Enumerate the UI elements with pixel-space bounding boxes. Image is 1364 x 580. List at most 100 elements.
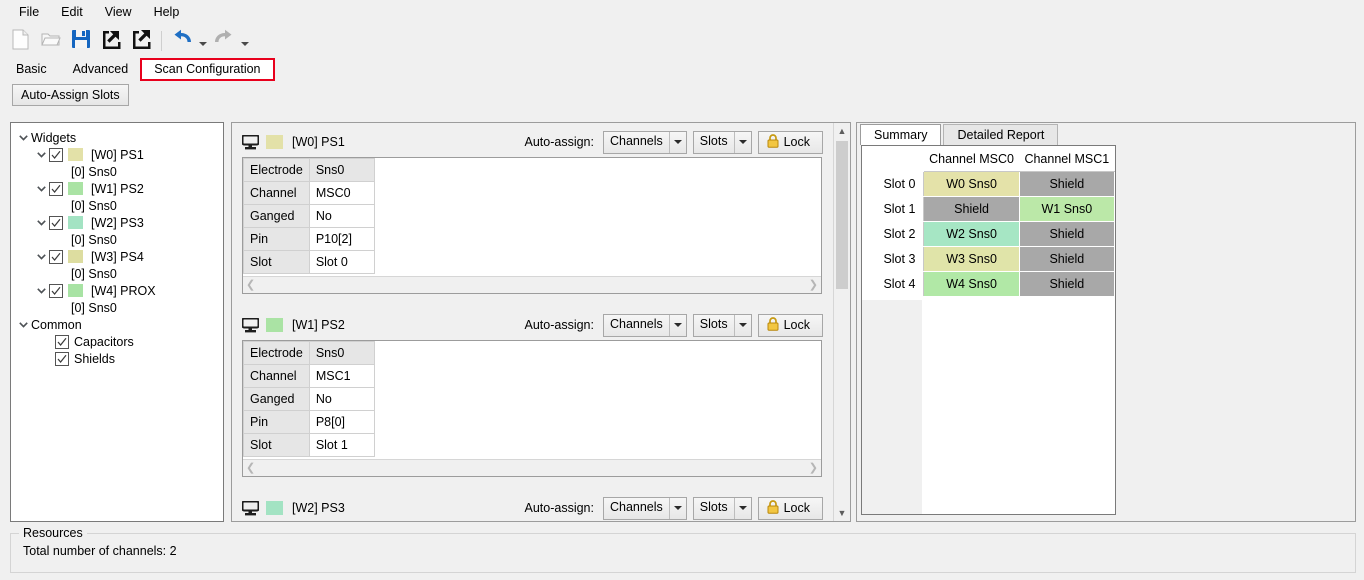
summary-cell[interactable]: Shield <box>1018 171 1115 197</box>
checkbox-widget-w0[interactable] <box>49 147 63 162</box>
table-row[interactable]: Slot 2 W2 Sns0 Shield <box>862 221 1115 247</box>
menu-help[interactable]: Help <box>143 2 191 22</box>
checkbox-shields[interactable] <box>55 351 69 366</box>
redo-dropdown-arrow[interactable] <box>239 27 251 55</box>
row-value[interactable]: No <box>308 204 375 228</box>
row-value[interactable]: Slot 0 <box>308 250 375 274</box>
scroll-left-arrow-icon[interactable]: ❮ <box>246 279 255 291</box>
chevron-down-icon[interactable] <box>668 497 686 519</box>
menu-file[interactable]: File <box>8 2 50 22</box>
row-value[interactable]: No <box>308 387 375 411</box>
import-button[interactable] <box>96 27 126 55</box>
chevron-down-icon[interactable] <box>15 134 31 141</box>
summary-cell[interactable]: Shield <box>1018 221 1115 247</box>
auto-assign-slots-button[interactable]: Auto-Assign Slots <box>12 84 129 106</box>
table-row[interactable]: Pin P10[2] <box>243 227 375 251</box>
tree-node-sensor-w1[interactable]: [0] Sns0 <box>11 197 223 214</box>
table-row[interactable]: Slot 3 W3 Sns0 Shield <box>862 246 1115 272</box>
undo-dropdown-arrow[interactable] <box>197 27 209 55</box>
summary-cell[interactable]: W3 Sns0 <box>923 246 1020 272</box>
horizontal-scrollbar[interactable]: ❮ ❯ <box>243 459 821 476</box>
widget-tree-panel[interactable]: Widgets [W0] PS1 [0] Sns0 [W1] PS2 [0] S… <box>10 122 224 522</box>
table-row[interactable]: Channel MSC1 <box>243 364 375 388</box>
chevron-down-icon[interactable] <box>733 314 751 336</box>
chevron-down-icon[interactable] <box>33 287 49 294</box>
checkbox-capacitors[interactable] <box>55 334 69 349</box>
tree-node-sensor-w3[interactable]: [0] Sns0 <box>11 265 223 282</box>
chevron-down-icon[interactable] <box>733 131 751 153</box>
tree-node-common-root[interactable]: Common <box>11 316 223 333</box>
summary-cell[interactable]: W4 Sns0 <box>923 271 1020 297</box>
scroll-left-arrow-icon[interactable]: ❮ <box>246 462 255 474</box>
tree-node-sensor-w0[interactable]: [0] Sns0 <box>11 163 223 180</box>
scroll-down-arrow-icon[interactable]: ▼ <box>834 505 850 521</box>
vertical-scrollbar[interactable]: ▲ ▼ <box>833 123 850 521</box>
tab-summary[interactable]: Summary <box>860 124 942 145</box>
scroll-right-arrow-icon[interactable]: ❯ <box>809 279 818 291</box>
chevron-down-icon[interactable] <box>33 219 49 226</box>
chevron-down-icon[interactable] <box>33 253 49 260</box>
chevron-down-icon[interactable] <box>33 185 49 192</box>
scroll-right-arrow-icon[interactable]: ❯ <box>809 462 818 474</box>
table-row[interactable]: Slot 4 W4 Sns0 Shield <box>862 271 1115 297</box>
horizontal-scrollbar[interactable]: ❮ ❯ <box>243 276 821 293</box>
chevron-down-icon[interactable] <box>733 497 751 519</box>
tree-node-widgets-root[interactable]: Widgets <box>11 129 223 146</box>
tree-node-shields[interactable]: Shields <box>11 350 223 367</box>
summary-cell[interactable]: Shield <box>1018 246 1115 272</box>
chevron-down-icon[interactable] <box>668 131 686 153</box>
summary-cell[interactable]: W0 Sns0 <box>923 171 1020 197</box>
channels-dropdown[interactable]: Channels <box>602 130 687 154</box>
row-value[interactable]: Slot 1 <box>308 433 375 457</box>
table-row[interactable]: Slot Slot 0 <box>243 250 375 274</box>
menu-edit[interactable]: Edit <box>50 2 94 22</box>
table-row[interactable]: Pin P8[0] <box>243 410 375 434</box>
undo-button[interactable] <box>167 27 197 55</box>
summary-cell[interactable]: Shield <box>1018 271 1115 297</box>
lock-button[interactable]: Lock <box>757 496 823 520</box>
slots-dropdown[interactable]: Slots <box>692 313 752 337</box>
lock-button[interactable]: Lock <box>757 130 823 154</box>
scroll-up-arrow-icon[interactable]: ▲ <box>834 123 850 139</box>
table-row[interactable]: Ganged No <box>243 204 375 228</box>
open-button[interactable] <box>36 27 66 55</box>
tree-node-widget-w4[interactable]: [W4] PROX <box>11 282 223 299</box>
row-value[interactable]: Sns0 <box>308 341 375 365</box>
tree-node-widget-w3[interactable]: [W3] PS4 <box>11 248 223 265</box>
slots-dropdown[interactable]: Slots <box>692 496 752 520</box>
table-row[interactable]: Channel MSC0 <box>243 181 375 205</box>
slots-dropdown[interactable]: Slots <box>692 130 752 154</box>
checkbox-widget-w3[interactable] <box>49 249 63 264</box>
tab-scan-configuration[interactable]: Scan Configuration <box>140 58 275 81</box>
row-value[interactable]: P10[2] <box>308 227 375 251</box>
table-row[interactable]: Slot 0 W0 Sns0 Shield <box>862 171 1115 197</box>
channels-dropdown[interactable]: Channels <box>602 496 687 520</box>
table-row[interactable]: Electrode Sns0 <box>243 341 375 365</box>
summary-cell[interactable]: Shield <box>923 196 1020 222</box>
checkbox-widget-w2[interactable] <box>49 215 63 230</box>
row-value[interactable]: MSC1 <box>308 364 375 388</box>
table-row[interactable]: Slot Slot 1 <box>243 433 375 457</box>
tree-node-widget-w2[interactable]: [W2] PS3 <box>11 214 223 231</box>
table-row[interactable]: Electrode Sns0 <box>243 158 375 182</box>
tree-node-capacitors[interactable]: Capacitors <box>11 333 223 350</box>
tree-node-sensor-w4[interactable]: [0] Sns0 <box>11 299 223 316</box>
scrollbar-thumb[interactable] <box>836 141 848 289</box>
menu-view[interactable]: View <box>94 2 143 22</box>
new-button[interactable] <box>6 27 36 55</box>
row-value[interactable]: MSC0 <box>308 181 375 205</box>
checkbox-widget-w1[interactable] <box>49 181 63 196</box>
row-value[interactable]: Sns0 <box>308 158 375 182</box>
tree-node-widget-w1[interactable]: [W1] PS2 <box>11 180 223 197</box>
summary-cell[interactable]: W1 Sns0 <box>1018 196 1115 222</box>
table-row[interactable]: Ganged No <box>243 387 375 411</box>
tab-basic[interactable]: Basic <box>3 59 60 80</box>
chevron-down-icon[interactable] <box>33 151 49 158</box>
tab-advanced[interactable]: Advanced <box>59 59 142 80</box>
chevron-down-icon[interactable] <box>15 321 31 328</box>
lock-button[interactable]: Lock <box>757 313 823 337</box>
export-button[interactable] <box>126 27 156 55</box>
summary-cell[interactable]: W2 Sns0 <box>923 221 1020 247</box>
chevron-down-icon[interactable] <box>668 314 686 336</box>
channels-dropdown[interactable]: Channels <box>602 313 687 337</box>
